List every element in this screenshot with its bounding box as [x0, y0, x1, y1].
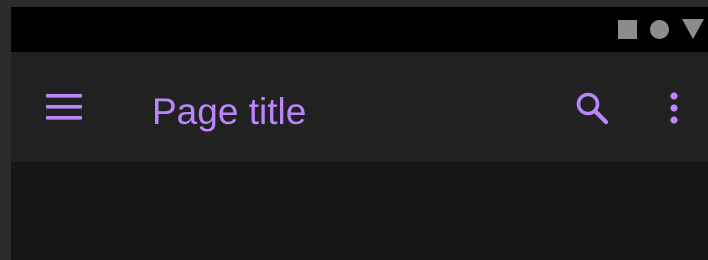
- page-title: Page title: [152, 91, 307, 132]
- status-bar: [11, 7, 708, 52]
- status-icons: [618, 17, 704, 41]
- more-vert-icon: [670, 92, 678, 124]
- navigation-menu-button[interactable]: [44, 90, 84, 124]
- triangle-down-icon: [682, 19, 704, 39]
- top-app-bar: Page title: [11, 52, 708, 162]
- stop-square-icon: [618, 19, 637, 39]
- content-area: [11, 162, 708, 260]
- menu-icon: [46, 94, 82, 120]
- screen-frame: Page title: [0, 0, 708, 260]
- search-icon: [576, 92, 609, 125]
- more-options-button[interactable]: [659, 86, 689, 130]
- device-screen: Page title: [11, 7, 708, 260]
- search-button[interactable]: [570, 86, 614, 130]
- circle-icon: [650, 19, 669, 39]
